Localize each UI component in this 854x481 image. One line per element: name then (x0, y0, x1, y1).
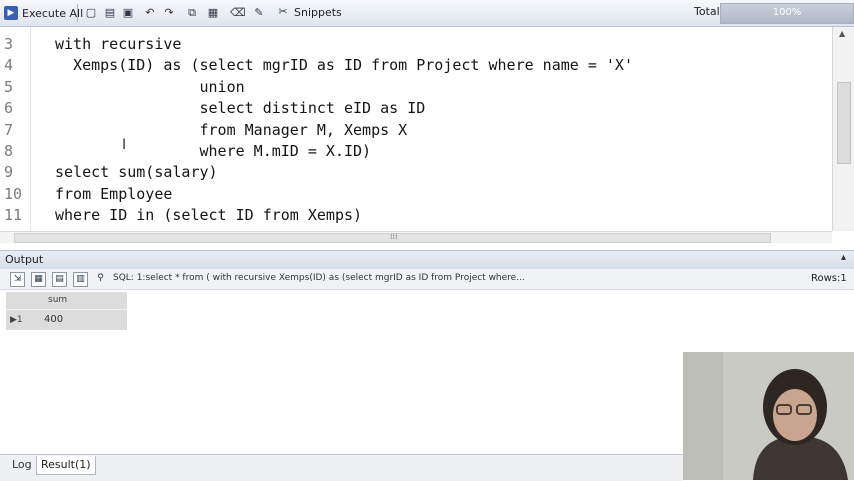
text-view-icon[interactable]: ▤ (52, 272, 67, 287)
snippets-icon: ✂ (278, 5, 288, 18)
sum-cell[interactable]: 400 (44, 314, 63, 325)
code-line[interactable]: Xemps(ID) as (select mgrID as ID from Pr… (55, 56, 633, 74)
line-number: 7 (4, 120, 14, 139)
save-icon[interactable]: ▣ (121, 6, 135, 20)
tab-log[interactable]: Log (8, 456, 36, 474)
execute-icon: ▶ (4, 6, 18, 20)
output-tabs: Log Result(1) (0, 454, 683, 481)
code-line[interactable]: where ID in (select ID from Xemps) (55, 206, 362, 224)
scroll-thumb[interactable] (837, 82, 851, 164)
table-row[interactable]: ▶1 400 (6, 309, 127, 330)
scroll-up-icon[interactable]: ▲ (839, 29, 845, 38)
output-title: Output (5, 253, 44, 266)
line-number: 8 (4, 142, 14, 160)
presenter-video (683, 352, 854, 480)
sql-summary: SQL: 1:select * from ( with recursive Xe… (113, 273, 525, 283)
line-number: 9 (4, 163, 14, 182)
filter-icon[interactable]: ⚲ (94, 272, 107, 285)
code-line[interactable]: where M.mID = X.ID) (55, 142, 371, 160)
chart-icon[interactable]: ▥ (73, 272, 88, 287)
new-file-icon[interactable]: ▢ (84, 6, 98, 20)
redo-icon[interactable]: ↷ (162, 6, 176, 20)
column-header-sum[interactable]: sum (48, 295, 67, 305)
tools-icon[interactable]: ✎ (252, 6, 266, 20)
grid-view-icon[interactable]: ▦ (31, 272, 46, 287)
line-number: 10 (4, 184, 23, 203)
line-number: 4 (4, 56, 14, 75)
output-toolbar: ⇲ ▦ ▤ ▥ ⚲ SQL: 1:select * from ( with re… (0, 269, 854, 290)
scroll-grip-icon: ⁞⁞⁞ (390, 232, 398, 241)
code-line[interactable]: from Manager M, Xemps X (55, 121, 407, 139)
undo-icon[interactable]: ↶ (143, 6, 157, 20)
mouse-cursor: I (122, 137, 127, 153)
line-number: 3 (4, 35, 14, 53)
tab-result[interactable]: Result(1) (36, 456, 96, 475)
webcam-overlay (683, 352, 854, 480)
editor-horizontal-scrollbar[interactable]: ⁞⁞⁞ (0, 231, 832, 243)
rows-count: Rows:1 (811, 273, 847, 284)
copy-icon[interactable]: ⧉ (185, 6, 199, 20)
sql-editor[interactable]: 3 4 5 6 7 8 9 10 11 with recursive Xemps(ID) as … (0, 27, 832, 231)
pin-icon[interactable]: ▴ (841, 252, 846, 263)
line-number: 5 (4, 77, 14, 96)
total-label: Total (694, 5, 720, 18)
paste-icon[interactable]: ▦ (206, 6, 220, 20)
progress-bar: 100% (720, 3, 854, 24)
output-panel-header: Output ▴ (0, 250, 854, 270)
toolbar-divider (77, 4, 78, 22)
editor-vertical-scrollbar[interactable]: ▲ (832, 27, 854, 231)
line-number-gutter: 3 4 5 6 7 8 9 10 11 (0, 27, 31, 231)
code-line[interactable]: select sum(salary) (55, 163, 218, 181)
clear-icon[interactable]: ⌫ (230, 6, 246, 20)
progress-text: 100% (772, 7, 802, 18)
line-number: 11 (4, 206, 23, 225)
code-line[interactable]: with recursive (55, 35, 181, 53)
snippets-button[interactable]: ✂ Snippets (276, 5, 341, 19)
line-number: 6 (4, 99, 14, 118)
export-icon[interactable]: ⇲ (10, 272, 25, 287)
result-grid[interactable]: sum ▶1 400 (6, 292, 127, 330)
execute-all-button[interactable]: ▶ Execute All (4, 5, 83, 21)
open-folder-icon[interactable]: ▤ (103, 6, 117, 20)
toolbar: ▶ Execute All ▢ ▤ ▣ ↶ ↷ ⧉ ▦ ⌫ ✎ ✂ Snippe… (0, 0, 854, 27)
code-line[interactable]: from Employee (55, 185, 172, 203)
row-number: ▶1 (10, 315, 23, 325)
grid-header: sum (6, 292, 127, 309)
code-line[interactable]: union (55, 78, 244, 96)
code-line[interactable]: select distinct eID as ID (55, 99, 425, 117)
